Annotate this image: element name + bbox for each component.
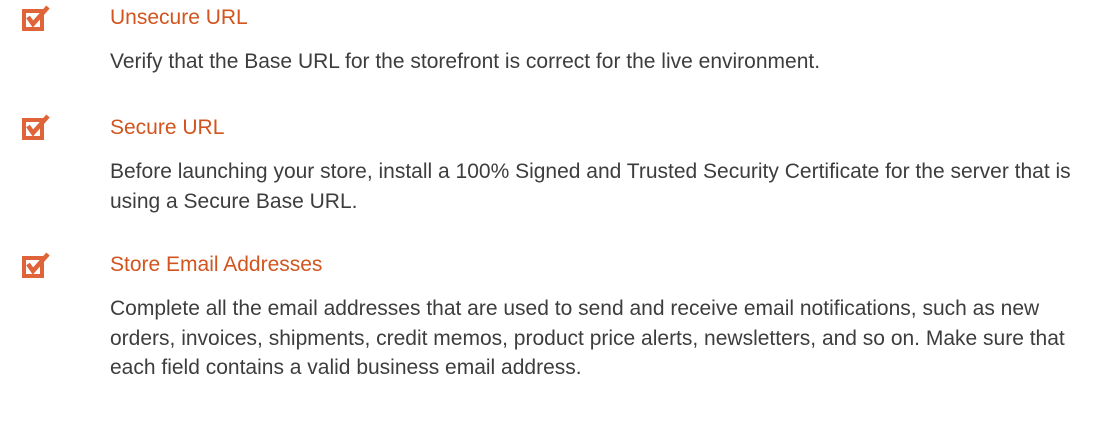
- checked-box-icon: [22, 252, 50, 278]
- checklist-item-title: Secure URL: [110, 116, 225, 139]
- checked-box-icon: [22, 114, 50, 140]
- checklist-item-title: Unsecure URL: [110, 6, 248, 29]
- checklist-item-description: Before launching your store, install a 1…: [110, 160, 1071, 213]
- checklist-item-description: Complete all the email addresses that ar…: [110, 297, 1065, 379]
- checklist-item-description: Verify that the Base URL for the storefr…: [110, 50, 821, 73]
- checked-box-icon: [22, 5, 50, 31]
- checklist-item-title: Store Email Addresses: [110, 253, 323, 276]
